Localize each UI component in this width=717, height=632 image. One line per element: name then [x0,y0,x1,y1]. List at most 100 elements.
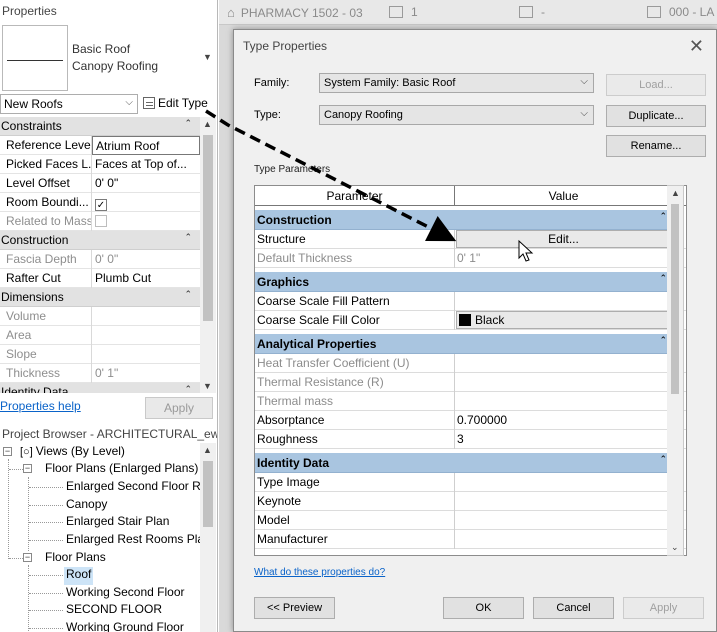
collapse-icon[interactable]: ⌃ [184,232,192,243]
tree-node-views[interactable]: [○] Views (By Level) [20,444,125,462]
type-selector-dropdown-icon[interactable]: ▼ [203,52,212,62]
scroll-thumb[interactable] [203,135,213,321]
type-dropdown[interactable]: Canopy Roofing ⌵ [319,105,594,125]
structure-edit-button[interactable]: Edit... [456,230,671,248]
category-construction[interactable]: Construction ⌃ [0,231,200,250]
instance-filter-dropdown[interactable]: New Roofs ⌵ [0,94,138,114]
edit-type-icon [143,97,155,109]
param-value[interactable]: 3 [455,430,673,449]
close-icon[interactable]: ✕ [689,36,704,57]
category-constraints[interactable]: Constraints ⌃ [0,117,200,136]
type-selector-type[interactable]: Canopy Roofing [72,59,158,73]
param-row[interactable]: Model [255,511,686,530]
edit-type-button[interactable]: Edit Type [141,94,213,114]
tree-view-item[interactable]: Working Second Floor [66,585,185,603]
scroll-up-icon[interactable]: ▲ [671,188,680,198]
collapse-icon[interactable]: − [23,464,32,473]
category-construction[interactable]: Construction ⌃ [255,210,673,230]
scroll-down-icon[interactable]: ▼ [203,381,212,391]
param-value[interactable] [455,492,673,511]
collapse-icon[interactable]: ⌃ [659,454,667,465]
collapse-icon[interactable]: − [23,553,32,562]
scroll-thumb[interactable] [203,461,213,527]
collapse-icon[interactable]: ⌃ [659,273,667,284]
tree-view-item[interactable]: Working Ground Floor [66,620,184,632]
prop-row[interactable]: Rafter Cut Plumb Cut [0,269,200,288]
prop-row[interactable]: Level Offset 0' 0" [0,174,200,193]
properties-help-link[interactable]: Properties help [0,399,81,413]
cancel-button[interactable]: Cancel [533,597,614,619]
param-row[interactable]: Coarse Scale Fill Color Black [255,311,686,330]
room-bounding-checkbox[interactable]: ✓ [95,199,107,211]
param-row[interactable]: Manufacturer [255,530,686,549]
collapse-icon[interactable]: ⌃ [184,118,192,129]
param-row[interactable]: Type Image [255,473,686,492]
scroll-up-icon[interactable]: ▲ [203,445,212,455]
column-header-value[interactable]: Value [455,186,673,205]
scroll-thumb[interactable] [671,204,679,394]
type-selector-family[interactable]: Basic Roof [72,42,130,56]
tree-view-item[interactable]: Enlarged Stair Plan [66,514,169,532]
family-dropdown[interactable]: System Family: Basic Roof ⌵ [319,73,594,93]
tree-view-item[interactable]: Canopy [66,497,107,515]
prop-value[interactable]: 0' 0" [92,250,200,269]
properties-scrollbar[interactable]: ▲ ▼ [200,117,216,393]
prop-row[interactable]: Picked Faces L... Faces at Top of... [0,155,200,174]
prop-value[interactable]: Faces at Top of... [92,155,200,174]
tree-node-group[interactable]: Floor Plans (Enlarged Plans) [45,461,198,479]
apply-button[interactable]: Apply [623,597,704,619]
properties-help-link[interactable]: What do these properties do? [254,567,385,578]
rename-button[interactable]: Rename... [606,135,706,157]
prop-row: Related to Mass [0,212,200,231]
collapse-icon[interactable]: ⌃ [184,289,192,300]
tree-label: Views (By Level) [35,444,125,458]
tree-view-item[interactable]: SECOND FLOOR [66,602,162,620]
prop-value[interactable]: ✓ [92,193,200,212]
category-analytical-properties[interactable]: Analytical Properties ⌃ [255,334,673,354]
load-button[interactable]: Load... [606,74,706,96]
category-dimensions[interactable]: Dimensions ⌃ [0,288,200,307]
collapse-icon[interactable]: ⌃ [184,384,192,393]
prop-row[interactable]: Room Boundi... ✓ [0,193,200,212]
view-tab[interactable]: 1 [389,5,418,19]
tree-node-group[interactable]: Floor Plans [45,550,106,568]
collapse-icon[interactable]: ⌃ [659,211,667,222]
category-identity-data[interactable]: Identity Data ⌃ [255,453,673,473]
prop-value [92,307,200,326]
column-header-parameter[interactable]: Parameter [255,186,455,205]
category-identity-data[interactable]: Identity Data ⌃ [0,383,200,393]
duplicate-button[interactable]: Duplicate... [606,105,706,127]
param-row[interactable]: Absorptance 0.700000 [255,411,686,430]
param-value[interactable]: 0.700000 [455,411,673,430]
ok-button[interactable]: OK [443,597,524,619]
project-browser-scrollbar[interactable]: ▲ [200,443,216,632]
view-tab[interactable]: - [519,5,545,19]
param-value[interactable] [455,473,673,492]
scroll-up-icon[interactable]: ▲ [203,119,212,129]
tree-view-item[interactable]: Enlarged Rest Rooms Pla [66,532,200,550]
param-row[interactable]: Keynote [255,492,686,511]
tree-view-item[interactable]: Enlarged Second Floor R [66,479,200,497]
param-value[interactable] [455,530,673,549]
param-row[interactable]: Roughness 3 [255,430,686,449]
scroll-down-icon[interactable]: ⌄ [671,542,679,553]
prop-row[interactable]: Reference Level Atrium Roof [0,136,200,155]
collapse-icon[interactable]: − [3,447,12,456]
param-value[interactable] [455,511,673,530]
prop-value[interactable]: Plumb Cut [92,269,200,288]
preview-button[interactable]: << Preview [254,597,335,619]
view-tab[interactable]: ⌂ PHARMACY 1502 - 03 [227,5,363,20]
param-value[interactable] [455,292,673,311]
view-tab[interactable]: 000 - LA [647,5,714,19]
prop-row[interactable]: Fascia Depth 0' 0" [0,250,200,269]
param-row[interactable]: Structure Edit... [255,230,686,249]
properties-apply-button[interactable]: Apply [145,397,213,419]
tree-view-item-selected[interactable]: Roof [64,567,94,585]
category-graphics[interactable]: Graphics ⌃ [255,272,673,292]
param-row[interactable]: Coarse Scale Fill Pattern [255,292,686,311]
prop-value[interactable]: 0' 0" [92,174,200,193]
prop-value[interactable]: Atrium Roof [92,136,200,155]
collapse-icon[interactable]: ⌃ [659,335,667,346]
grid-scrollbar[interactable]: ▲ ⌄ [667,185,684,556]
fill-color-button[interactable]: Black [456,311,671,329]
